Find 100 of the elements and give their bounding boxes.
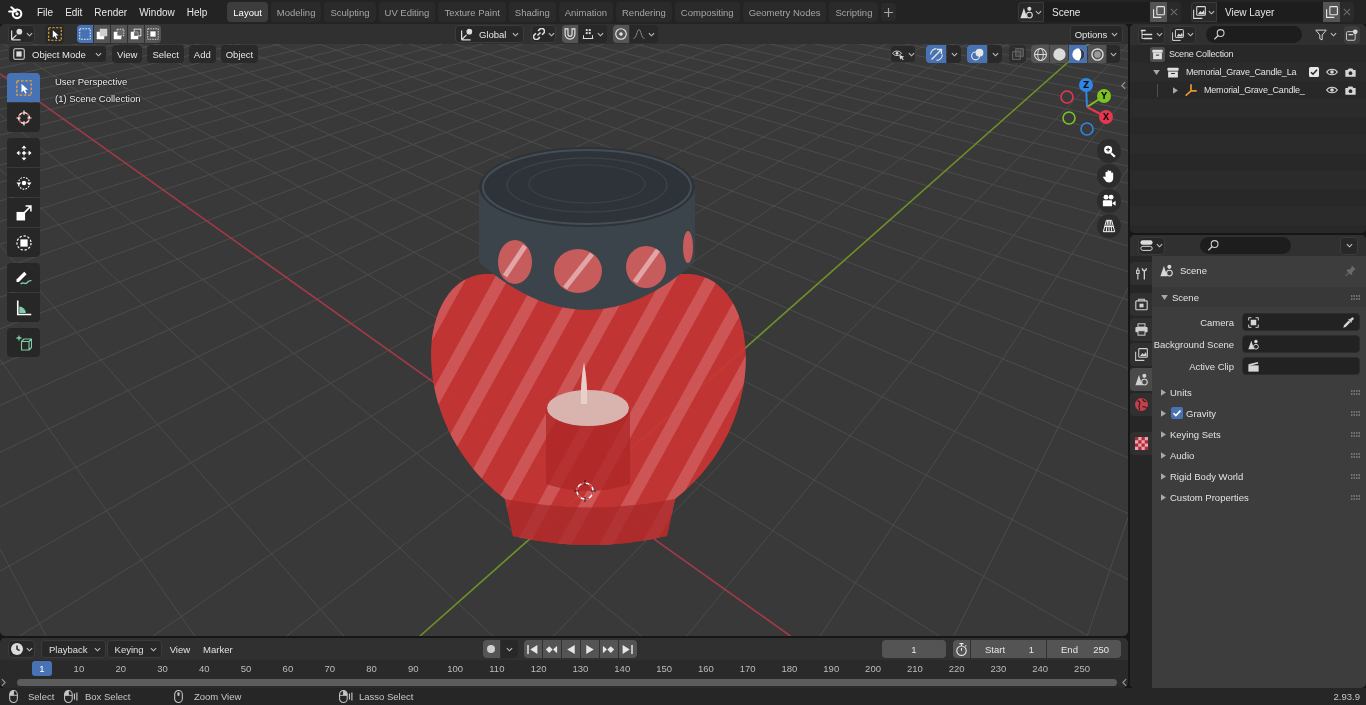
start-frame-field[interactable]: Start 1: [971, 640, 1046, 658]
overlays-toggle[interactable]: [967, 45, 987, 63]
chevron-left-icon[interactable]: [1121, 81, 1126, 90]
gizmo-toggle[interactable]: [926, 45, 946, 63]
eyedropper-icon[interactable]: [1343, 316, 1354, 328]
value-field[interactable]: [1242, 313, 1360, 331]
active-tool-button[interactable]: [45, 24, 64, 44]
hand-icon[interactable]: [1097, 164, 1121, 188]
movie-camera-icon[interactable]: [1097, 189, 1121, 213]
camera-icon[interactable]: [1345, 85, 1356, 95]
new-scene-button[interactable]: [1150, 2, 1167, 22]
drag-handle-icon[interactable]: [1351, 389, 1360, 395]
pivot-dropdown[interactable]: [531, 25, 556, 43]
tool-button[interactable]: [7, 198, 40, 227]
axis-handle[interactable]: Y: [1086, 89, 1111, 108]
value-field[interactable]: [1242, 357, 1360, 375]
mode-dropdown[interactable]: Object Mode: [8, 45, 107, 63]
scene-browse-button[interactable]: [1018, 2, 1044, 22]
menu-item[interactable]: Select: [147, 45, 184, 63]
axis-handle[interactable]: X: [1086, 106, 1113, 124]
panel-header[interactable]: Scene: [1152, 287, 1366, 307]
options-dropdown[interactable]: [1340, 236, 1358, 255]
editor-type-button[interactable]: [8, 640, 35, 658]
eye-icon[interactable]: [1326, 68, 1338, 76]
workspace-tab[interactable]: Sculpting: [324, 2, 376, 22]
drag-handle-icon[interactable]: [1351, 294, 1360, 300]
drag-handle-icon[interactable]: [1351, 431, 1360, 437]
add-workspace-button[interactable]: [881, 3, 897, 21]
current-frame-field[interactable]: 1: [882, 640, 946, 658]
search-field[interactable]: [1206, 26, 1302, 43]
playhead-frame[interactable]: 1: [32, 661, 52, 676]
new-collection-button[interactable]: [1344, 25, 1360, 44]
tool-button[interactable]: [7, 103, 40, 132]
shading-options-dropdown[interactable]: [1107, 45, 1120, 63]
overlay-options-dropdown[interactable]: [988, 45, 1002, 63]
chevron-left-icon[interactable]: [1122, 678, 1127, 687]
perspective-grid-icon[interactable]: [1097, 214, 1121, 238]
negative-axis-handle[interactable]: [1060, 90, 1074, 104]
new-view-layer-button[interactable]: [1323, 2, 1340, 22]
menu-item[interactable]: Help: [180, 2, 214, 22]
workspace-tab[interactable]: Modeling: [270, 2, 322, 22]
workspace-tab[interactable]: Compositing: [674, 2, 740, 22]
drag-handle-icon[interactable]: [1351, 473, 1360, 479]
visibility-dropdown[interactable]: [890, 45, 916, 63]
menu-item[interactable]: Render: [88, 2, 134, 22]
workspace-tab[interactable]: Scripting: [829, 2, 879, 22]
snap-target-dropdown[interactable]: [579, 25, 607, 43]
snap-toggle[interactable]: [562, 25, 578, 43]
shading-mode-button[interactable]: [1031, 45, 1049, 63]
drag-handle-icon[interactable]: [1351, 494, 1360, 500]
selection-mode-button[interactable]: [128, 25, 144, 43]
selection-mode-button[interactable]: [111, 25, 127, 43]
workspace-tab[interactable]: Shading: [508, 2, 556, 22]
axis-handle[interactable]: Z: [1079, 78, 1093, 108]
tool-button[interactable]: [7, 263, 40, 292]
playback-button[interactable]: [618, 640, 637, 658]
scene-name-field[interactable]: Scene: [1044, 2, 1150, 22]
view-layer-dropdown[interactable]: [1170, 25, 1196, 44]
view-layer-browse-button[interactable]: [1191, 2, 1217, 22]
properties-tab[interactable]: [1130, 262, 1152, 285]
gizmo-options-dropdown[interactable]: [947, 45, 961, 63]
auto-keying-button[interactable]: [482, 640, 500, 658]
menu-item[interactable]: Edit: [59, 2, 89, 22]
shading-mode-button[interactable]: [1088, 45, 1106, 63]
menu-item[interactable]: View: [112, 45, 143, 63]
workspace-tab[interactable]: Rendering: [616, 2, 672, 22]
drag-handle-icon[interactable]: [1351, 410, 1360, 416]
camera-icon[interactable]: [1345, 67, 1356, 77]
selection-mode-button[interactable]: [77, 25, 93, 43]
workspace-tab[interactable]: Animation: [558, 2, 613, 22]
tool-button[interactable]: [7, 168, 40, 197]
proportional-edit-toggle[interactable]: [613, 25, 629, 43]
negative-axis-handle[interactable]: [1080, 122, 1094, 136]
menu-item[interactable]: Marker: [198, 640, 238, 658]
properties-tab[interactable]: [1130, 368, 1152, 391]
workspace-tab[interactable]: Geometry Nodes: [742, 2, 827, 22]
tool-button[interactable]: [7, 328, 40, 357]
display-mode-dropdown[interactable]: [1138, 25, 1165, 44]
properties-tab[interactable]: [1130, 293, 1152, 316]
tree-item-label[interactable]: Scene Collection: [1169, 49, 1234, 59]
end-frame-field[interactable]: End 250: [1047, 640, 1121, 658]
falloff-dropdown[interactable]: [630, 25, 658, 43]
workspace-tab[interactable]: Texture Paint: [438, 2, 506, 22]
options-dropdown[interactable]: Options: [1070, 25, 1123, 43]
tree-item-label[interactable]: Memorial_Grave_Candle_: [1204, 85, 1305, 95]
selection-mode-button[interactable]: [94, 25, 110, 43]
xray-toggle[interactable]: [1009, 45, 1026, 63]
collapsed-triangle-icon[interactable]: [1173, 86, 1178, 94]
chevron-right-icon[interactable]: [1, 678, 6, 687]
search-field[interactable]: [1200, 237, 1291, 254]
value-field[interactable]: [1242, 335, 1360, 353]
negative-axis-handle[interactable]: [1062, 111, 1076, 125]
tool-button[interactable]: [7, 138, 40, 167]
menu-item[interactable]: File: [31, 2, 60, 22]
eye-icon[interactable]: [1326, 86, 1338, 94]
expanded-triangle-icon[interactable]: [1153, 69, 1160, 75]
menu-dropdown[interactable]: Keying: [106, 640, 162, 658]
properties-tab[interactable]: [1130, 318, 1152, 341]
shading-mode-button[interactable]: [1069, 45, 1087, 63]
playback-button[interactable]: [599, 640, 618, 658]
